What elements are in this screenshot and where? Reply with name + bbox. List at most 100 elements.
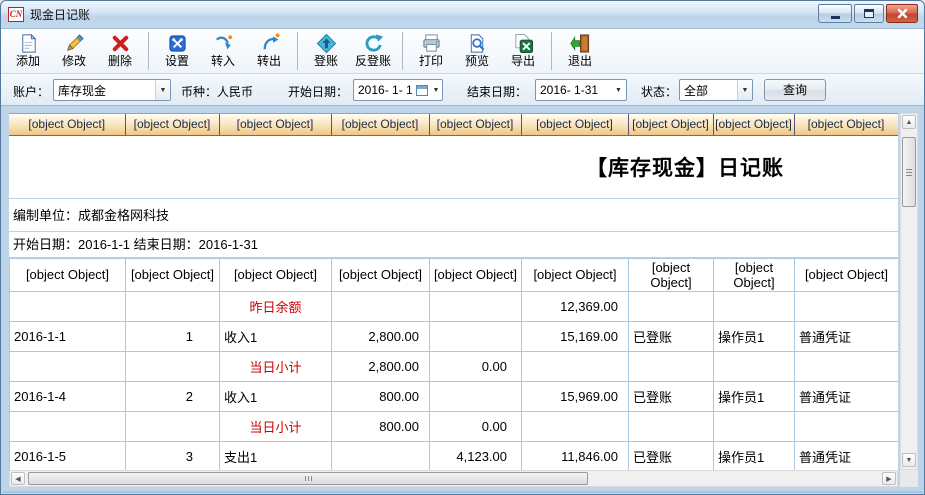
vertical-scroll-thumb[interactable] [902, 137, 916, 207]
column-header[interactable]: [object Object] [794, 114, 898, 135]
scroll-right-button[interactable]: ▶ [882, 472, 896, 485]
calendar-icon [416, 85, 428, 96]
report-date-line: 开始日期：2016-1-1 结束日期：2016-1-31 [9, 232, 898, 258]
cell-posted: 已登账 [629, 321, 714, 351]
window: CN 现金日记账 添加 [0, 0, 925, 495]
transfer-out-button[interactable]: 转出 [248, 31, 290, 71]
table-row[interactable]: 2016-1-4 2 收入1 800.00 15,969.00 已登账 操作员1… [10, 381, 899, 411]
edit-pencil-icon [64, 33, 85, 54]
column-header[interactable]: [object Object] [628, 114, 713, 135]
table-row[interactable]: 当日小计 800.00 0.00 [10, 411, 899, 441]
cell-summary: 收入1 [220, 381, 332, 411]
end-date-label: 结束日期： [467, 83, 527, 100]
table-row[interactable]: 昨日余额 12,369.00 [10, 291, 899, 321]
chevron-down-icon: ▼ [430, 80, 442, 100]
add-button[interactable]: 添加 [7, 31, 49, 71]
close-button[interactable] [886, 4, 918, 23]
cell-posted [629, 351, 714, 381]
print-icon [421, 33, 442, 54]
column-header[interactable]: [object Object] [9, 114, 125, 135]
cell-preparer: 操作员1 [714, 321, 795, 351]
cell-debit: 2,800.00 [332, 321, 430, 351]
cell-debit: 2,800.00 [332, 351, 430, 381]
column-header[interactable]: [object Object] [219, 114, 331, 135]
scroll-down-button[interactable]: ▼ [902, 453, 916, 467]
content-area: [object Object][object Object][object Ob… [3, 106, 922, 492]
horizontal-scroll-thumb[interactable] [28, 472, 588, 485]
cell-voucher-type: 普通凭证 [795, 381, 899, 411]
journal-header-cell: [object Object] [795, 258, 899, 291]
start-date-picker[interactable]: 2016- 1- 1 ▼ [353, 79, 443, 101]
scrollbar-corner [900, 470, 918, 487]
close-icon [897, 8, 908, 19]
maximize-button[interactable] [854, 4, 884, 23]
vertical-scrollbar[interactable]: ▲ ▼ [900, 113, 918, 470]
toolbar-separator [551, 32, 552, 70]
end-date-picker[interactable]: 2016- 1-31 ▼ [535, 79, 627, 101]
cell-debit [332, 441, 430, 470]
cell-posted: 已登账 [629, 441, 714, 470]
cell-preparer [714, 411, 795, 441]
column-header[interactable]: [object Object] [331, 114, 429, 135]
preview-button[interactable]: 预览 [456, 31, 498, 71]
cell-voucher-date: 2016-1-1 [10, 321, 126, 351]
horizontal-scrollbar[interactable]: ◀ ▶ [9, 470, 898, 487]
print-button[interactable]: 打印 [410, 31, 452, 71]
status-select[interactable]: 全部 ▼ [679, 79, 753, 101]
table-row[interactable]: 2016-1-5 3 支出1 4,123.00 11,846.00 已登账 操作… [10, 441, 899, 470]
cell-voucher-date [10, 351, 126, 381]
cell-voucher-no [126, 411, 220, 441]
cell-balance: 15,969.00 [522, 381, 629, 411]
transfer-in-icon [213, 33, 234, 54]
minimize-button[interactable] [818, 4, 852, 23]
journal-header-row: [object Object][object Object][object Ob… [10, 258, 899, 291]
query-button[interactable]: 查询 [764, 79, 826, 101]
scroll-left-button[interactable]: ◀ [11, 472, 25, 485]
cell-voucher-no: 3 [126, 441, 220, 470]
chevron-down-icon: ▼ [737, 80, 752, 100]
exit-button[interactable]: 退出 [559, 31, 601, 71]
cell-summary: 昨日余额 [220, 291, 332, 321]
settings-button[interactable]: 设置 [156, 31, 198, 71]
cell-balance: 15,169.00 [522, 321, 629, 351]
post-button[interactable]: 登账 [305, 31, 347, 71]
scroll-up-button[interactable]: ▲ [902, 115, 916, 129]
journal-table: [object Object][object Object][object Ob… [9, 258, 898, 471]
column-header[interactable]: [object Object] [125, 114, 219, 135]
export-excel-icon [513, 33, 534, 54]
unpost-button[interactable]: 反登账 [351, 31, 395, 71]
column-letter-row: [object Object][object Object][object Ob… [9, 114, 898, 135]
cell-voucher-date: 2016-1-5 [10, 441, 126, 470]
toolbar-separator [402, 32, 403, 70]
cell-voucher-type [795, 291, 899, 321]
settings-icon [167, 33, 188, 54]
column-header[interactable]: [object Object] [521, 114, 628, 135]
delete-button[interactable]: 删除 [99, 31, 141, 71]
cell-posted [629, 411, 714, 441]
transfer-in-button[interactable]: 转入 [202, 31, 244, 71]
cell-balance [522, 411, 629, 441]
cell-voucher-date [10, 291, 126, 321]
unpost-icon [363, 33, 384, 54]
edit-button[interactable]: 修改 [53, 31, 95, 71]
cell-debit: 800.00 [332, 381, 430, 411]
exit-icon [570, 33, 591, 54]
column-header[interactable]: [object Object] [429, 114, 521, 135]
cell-balance: 12,369.00 [522, 291, 629, 321]
cell-preparer: 操作员1 [714, 441, 795, 470]
account-select[interactable]: 库存现金 ▼ [53, 79, 171, 101]
add-icon [18, 33, 39, 54]
cell-voucher-type: 普通凭证 [795, 321, 899, 351]
cell-credit: 4,123.00 [430, 441, 522, 470]
column-header[interactable]: [object Object] [713, 114, 794, 135]
table-row[interactable]: 2016-1-1 1 收入1 2,800.00 15,169.00 已登账 操作… [10, 321, 899, 351]
export-button[interactable]: 导出 [502, 31, 544, 71]
table-row[interactable]: 当日小计 2,800.00 0.00 [10, 351, 899, 381]
journal-header-cell: [object Object] [714, 258, 795, 291]
minimize-icon [831, 16, 840, 19]
cell-preparer [714, 291, 795, 321]
toolbar-separator [148, 32, 149, 70]
cell-preparer: 操作员1 [714, 381, 795, 411]
title-bar: CN 现金日记账 [1, 1, 924, 29]
filter-bar: 账户： 库存现金 ▼ 币种： 人民币 开始日期： 2016- 1- 1 ▼ 结束… [1, 74, 924, 106]
